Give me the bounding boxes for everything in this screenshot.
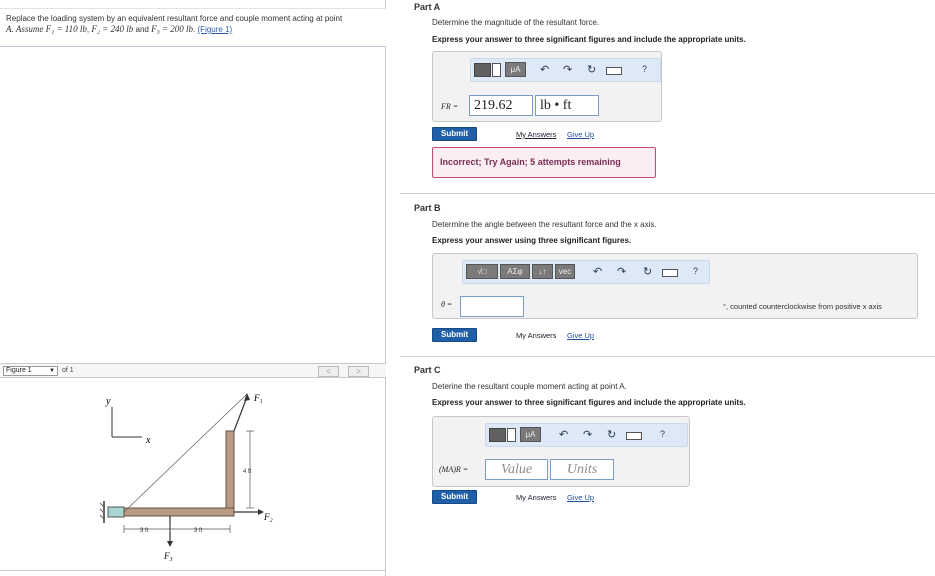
part-c-units-input[interactable]: Units	[550, 459, 614, 480]
help-icon[interactable]: ?	[660, 429, 665, 439]
part-a-instruction: Determine the magnitude of the resultant…	[432, 18, 600, 27]
problem-f3: F₃ = 200 lb	[151, 24, 194, 34]
part-c-value-input[interactable]: Value	[485, 459, 548, 480]
figure-link[interactable]: (Figure 1)	[198, 25, 233, 34]
f1-label: F₁	[253, 393, 263, 403]
part-b-instruction: Determine the angle between the resultan…	[432, 220, 657, 229]
reset-icon[interactable]: ↻	[607, 429, 616, 441]
part-a-instruction-bold: Express your answer to three significant…	[432, 35, 746, 44]
part-b-toolbar: √□ ΑΣφ ↓↑ vec ↶ ↷ ↻ ?	[462, 260, 710, 284]
keyboard-icon[interactable]	[606, 67, 622, 75]
part-c-label: (MA)R =	[439, 465, 469, 474]
f2-label: F₂	[263, 512, 273, 522]
undo-icon[interactable]: ↶	[559, 429, 568, 441]
part-b-angle-note: °, counted counterclockwise from positiv…	[723, 302, 882, 311]
part-a-value-input[interactable]: 219.62	[469, 95, 533, 116]
wall-support-icon	[99, 501, 125, 523]
dim-vertical-label: 4 ft	[243, 469, 252, 475]
mechanics-figure: y x F₁ F₂ F₃ 4 ft 3 ft 3 ft	[99, 393, 273, 561]
part-c-answer-box: μA ↶ ↷ ↻ ? (MA)R = Value Units	[432, 416, 690, 487]
keyboard-icon[interactable]	[626, 432, 642, 440]
dim-left-label: 3 ft	[140, 528, 149, 534]
part-a-answer-box: μA ↶ ↷ ↻ ? FR = 219.62 lb • ft	[432, 51, 662, 122]
part-c-instruction-bold: Express your answer to three significant…	[432, 398, 746, 407]
divider-a-b	[400, 193, 935, 194]
part-a-title: Part A	[414, 2, 441, 12]
part-b-give-up-link[interactable]: Give Up	[567, 331, 594, 340]
figure-select-value: Figure 1	[6, 367, 32, 374]
undo-icon[interactable]: ↶	[540, 64, 549, 76]
figure-toolbar: Figure 1 ▼ of 1 < >	[0, 363, 386, 378]
problem-line-2: A. Assume F₁ = 110 lb, F₂ = 240 lb and F…	[6, 24, 233, 34]
undo-icon[interactable]: ↶	[593, 266, 602, 278]
units-button[interactable]: μA	[505, 62, 526, 77]
next-figure-button[interactable]: >	[348, 366, 369, 377]
problem-f1: F₁ = 110 lb	[45, 24, 87, 34]
keyboard-icon[interactable]	[662, 269, 678, 277]
template-icon[interactable]	[474, 63, 491, 77]
y-axis-label: y	[105, 396, 111, 407]
figure-select[interactable]: Figure 1 ▼	[3, 366, 58, 376]
part-b-submit-button[interactable]: Submit	[432, 328, 478, 342]
part-c-my-answers-link[interactable]: My Answers	[516, 493, 556, 502]
axes-icon	[111, 407, 142, 438]
problem-line-1: Replace the loading system by an equival…	[6, 14, 343, 23]
left-panel: Replace the loading system by an equival…	[0, 0, 386, 576]
dim-right-label: 3 ft	[194, 528, 203, 534]
arrows-button[interactable]: ↓↑	[532, 264, 553, 279]
part-a-label: FR =	[441, 102, 459, 111]
problem-statement: Replace the loading system by an equival…	[0, 8, 386, 47]
template-blank-icon[interactable]	[507, 428, 516, 442]
figure-count: of 1	[62, 367, 74, 374]
f2-arrow-icon	[234, 509, 264, 515]
part-c-toolbar: μA ↶ ↷ ↻ ?	[485, 423, 688, 447]
part-a-feedback: Incorrect; Try Again; 5 attempts remaini…	[432, 147, 656, 178]
horizontal-beam	[123, 507, 235, 517]
redo-icon[interactable]: ↷	[583, 429, 592, 441]
divider-b-c	[400, 356, 935, 357]
part-a-give-up-link[interactable]: Give Up	[567, 130, 594, 139]
part-c-instruction: Deterine the resultant couple moment act…	[432, 382, 627, 391]
part-b-instruction-bold: Express your answer using three signific…	[432, 236, 632, 245]
part-c-give-up-link[interactable]: Give Up	[567, 493, 594, 502]
part-b-my-answers-link[interactable]: My Answers	[516, 331, 556, 340]
template-blank-icon[interactable]	[492, 63, 501, 77]
template-icon[interactable]	[489, 428, 506, 442]
f3-label: F₃	[163, 551, 173, 561]
part-c-title: Part C	[414, 365, 441, 375]
part-a-my-answers-link[interactable]: My Answers	[516, 130, 556, 139]
part-b-label: θ =	[441, 300, 453, 309]
part-b-title: Part B	[414, 203, 441, 213]
chevron-down-icon: ▼	[49, 368, 55, 374]
vertical-post	[225, 430, 235, 509]
sqrt-button[interactable]: √□	[466, 264, 498, 279]
part-b-answer-box: √□ ΑΣφ ↓↑ vec ↶ ↷ ↻ ? θ = °, counted cou…	[432, 253, 918, 319]
part-c-submit-button[interactable]: Submit	[432, 490, 478, 504]
help-icon[interactable]: ?	[693, 266, 698, 276]
vector-button[interactable]: vec	[555, 264, 575, 279]
help-icon[interactable]: ?	[642, 64, 647, 74]
reset-icon[interactable]: ↻	[587, 64, 596, 76]
redo-icon[interactable]: ↷	[563, 64, 572, 76]
problem-prefix: A. Assume	[6, 24, 44, 34]
x-axis-label: x	[145, 435, 151, 446]
units-button[interactable]: μA	[520, 427, 541, 442]
greek-button[interactable]: ΑΣφ	[500, 264, 530, 279]
prev-figure-button[interactable]: <	[318, 366, 339, 377]
part-a-toolbar: μA ↶ ↷ ↻ ?	[470, 58, 661, 82]
figure-area: y x F₁ F₂ F₃ 4 ft 3 ft 3 ft	[0, 379, 386, 571]
problem-and: and	[135, 25, 149, 34]
part-a-units-input[interactable]: lb • ft	[535, 95, 599, 116]
reset-icon[interactable]: ↻	[643, 266, 652, 278]
part-b-instruction-text: Determine the angle between the resultan…	[432, 220, 657, 229]
part-b-angle-input[interactable]	[460, 296, 524, 317]
redo-icon[interactable]: ↷	[617, 266, 626, 278]
problem-f2: F₂ = 240 lb	[91, 24, 134, 34]
part-a-submit-button[interactable]: Submit	[432, 127, 478, 141]
